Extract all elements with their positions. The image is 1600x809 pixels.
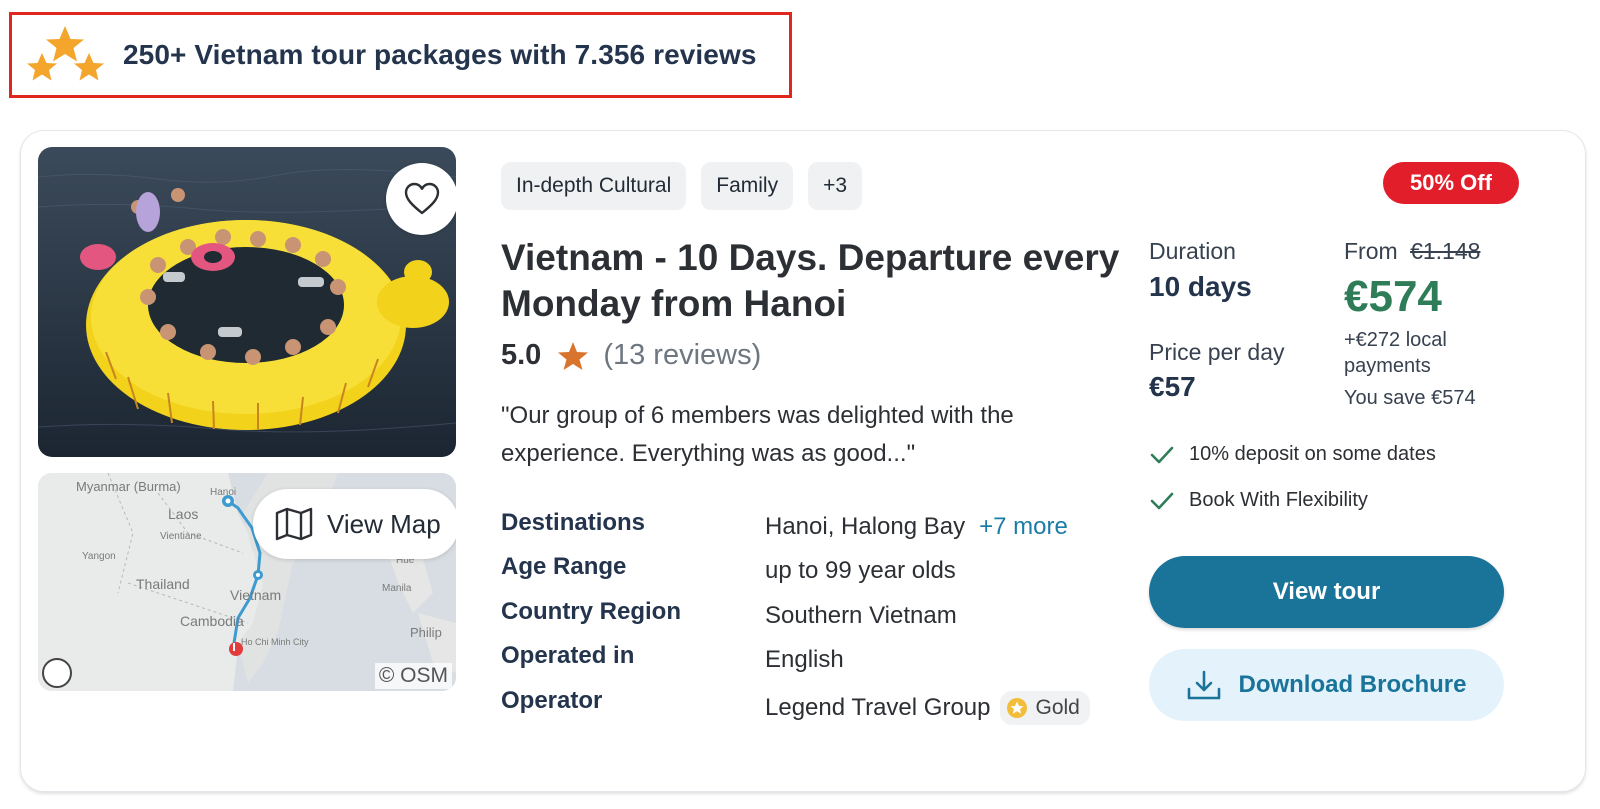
map-provider-logo bbox=[42, 658, 72, 688]
detail-row-age-range: Age Range up to 99 year olds bbox=[501, 553, 1141, 593]
detail-label: Operated in bbox=[501, 642, 635, 669]
price-per-day-label: Price per day bbox=[1149, 339, 1285, 365]
detail-row-operated-in: Operated in English bbox=[501, 642, 1141, 682]
rating-score: 5.0 bbox=[501, 339, 542, 371]
operator-value: Legend Travel Group Gold bbox=[765, 691, 1090, 725]
svg-text:Laos: Laos bbox=[168, 506, 198, 522]
results-summary-banner: 250+ Vietnam tour packages with 7.356 re… bbox=[9, 12, 792, 98]
svg-text:Hanoi: Hanoi bbox=[210, 487, 236, 498]
review-quote: "Our group of 6 members was delighted wi… bbox=[501, 402, 1014, 467]
discount-badge: 50% Off bbox=[1383, 162, 1519, 204]
old-price: €1.148 bbox=[1410, 238, 1481, 264]
destinations-value: Hanoi, Halong Bay bbox=[765, 513, 966, 540]
local-payments: +€272 local payments bbox=[1344, 329, 1447, 377]
operator-name: Legend Travel Group bbox=[765, 694, 991, 721]
detail-label: Operator bbox=[501, 687, 603, 714]
tag-more[interactable]: +3 bbox=[808, 162, 863, 210]
feature-deposit: 10% deposit on some dates bbox=[1149, 443, 1436, 466]
results-summary-title: 250+ Vietnam tour packages with 7.356 re… bbox=[123, 39, 757, 70]
tag-family[interactable]: Family bbox=[701, 162, 794, 210]
tag-in-depth-cultural[interactable]: In-depth Cultural bbox=[501, 162, 687, 210]
map-label: Myanmar (Burma) bbox=[76, 479, 181, 494]
map-icon bbox=[275, 507, 313, 541]
country-region-value: Southern Vietnam bbox=[765, 602, 957, 629]
detail-row-country-region: Country Region Southern Vietnam bbox=[501, 598, 1141, 638]
from-label: From bbox=[1344, 238, 1398, 264]
heart-icon bbox=[404, 182, 440, 215]
tour-tags: In-depth Cultural Family +3 bbox=[501, 162, 863, 210]
more-destinations-link[interactable]: +7 more bbox=[979, 513, 1068, 541]
tour-card: Myanmar (Burma) Laos Vientiane Yangon Th… bbox=[20, 130, 1586, 792]
favorite-button[interactable] bbox=[386, 163, 456, 235]
detail-label: Destinations bbox=[501, 509, 646, 536]
gold-star-icon bbox=[1007, 698, 1028, 718]
price-per-day-value: €57 bbox=[1149, 371, 1196, 402]
svg-text:Ho Chi Minh City: Ho Chi Minh City bbox=[241, 637, 309, 647]
tour-rating: 5.0 (13 reviews) bbox=[501, 339, 761, 372]
savings-text: You save €574 bbox=[1344, 387, 1476, 409]
detail-value: Hanoi, Halong Bay +7 more bbox=[765, 513, 1068, 541]
star-icon bbox=[558, 341, 589, 370]
download-brochure-button[interactable]: Download Brochure bbox=[1149, 649, 1504, 721]
detail-row-operator: Operator Legend Travel Group Gold bbox=[501, 687, 1141, 727]
age-range-value: up to 99 year olds bbox=[765, 557, 956, 584]
detail-label: Age Range bbox=[501, 553, 627, 580]
tour-photo[interactable] bbox=[38, 147, 456, 457]
feature-label: Book With Flexibility bbox=[1189, 489, 1368, 511]
stars-icon bbox=[27, 26, 104, 81]
view-map-label: View Map bbox=[327, 508, 441, 539]
duration-label: Duration bbox=[1149, 238, 1236, 264]
feature-label: 10% deposit on some dates bbox=[1189, 443, 1436, 465]
view-tour-button[interactable]: View tour bbox=[1149, 556, 1504, 628]
tour-title[interactable]: Vietnam - 10 Days. Departure every Monda… bbox=[501, 235, 1141, 327]
duration-value: 10 days bbox=[1149, 271, 1252, 302]
download-brochure-label: Download Brochure bbox=[1238, 671, 1467, 698]
language-value: English bbox=[765, 646, 844, 673]
svg-text:Philip: Philip bbox=[410, 625, 442, 640]
svg-text:Cambodia: Cambodia bbox=[180, 613, 244, 629]
svg-text:Vientiane: Vientiane bbox=[160, 531, 202, 542]
svg-text:Manila: Manila bbox=[382, 583, 412, 594]
svg-text:Vietnam: Vietnam bbox=[230, 587, 281, 603]
operator-gold-badge: Gold bbox=[1000, 691, 1090, 725]
detail-row-destinations: Destinations Hanoi, Halong Bay +7 more bbox=[501, 509, 1141, 549]
map-attribution: © OSM bbox=[374, 663, 452, 689]
view-map-button[interactable]: View Map bbox=[253, 489, 456, 559]
feature-flexibility: Book With Flexibility bbox=[1149, 489, 1368, 512]
route-map[interactable]: Myanmar (Burma) Laos Vientiane Yangon Th… bbox=[38, 473, 456, 691]
download-icon bbox=[1188, 670, 1221, 700]
rating-reviews-link[interactable]: (13 reviews) bbox=[603, 339, 761, 372]
check-icon bbox=[1150, 492, 1174, 509]
price-from: From €1.148 bbox=[1344, 238, 1480, 265]
check-icon bbox=[1150, 446, 1174, 463]
detail-label: Country Region bbox=[501, 598, 681, 625]
svg-text:Yangon: Yangon bbox=[82, 551, 116, 562]
gold-badge-label: Gold bbox=[1035, 696, 1080, 719]
svg-text:Thailand: Thailand bbox=[136, 576, 190, 592]
current-price: €574 bbox=[1344, 272, 1442, 321]
